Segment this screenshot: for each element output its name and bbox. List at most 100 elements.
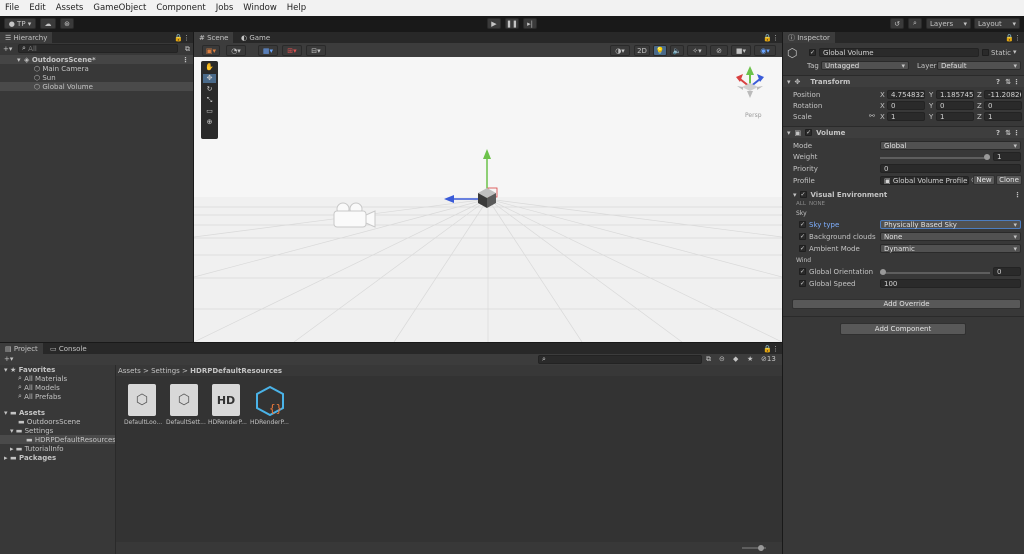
asset-item[interactable]: {} HDRenderP...: [250, 384, 290, 426]
static-checkbox[interactable]: [982, 49, 989, 56]
search-by-label-icon[interactable]: ⊝: [719, 355, 725, 363]
more-icon[interactable]: ⋮: [1013, 129, 1020, 137]
lock-icon[interactable]: 🔒: [1005, 34, 1014, 42]
more-icon[interactable]: ⋮: [1014, 34, 1021, 42]
active-checkbox[interactable]: ✓: [809, 49, 816, 56]
sky-type-override-checkbox[interactable]: ✓: [799, 221, 806, 228]
weight-slider-track[interactable]: [880, 157, 990, 159]
transform-tool-icon[interactable]: ⊕: [203, 118, 216, 127]
packages-row[interactable]: ▸ ▬ Packages: [0, 453, 115, 462]
grid-dropdown[interactable]: ▦▾: [258, 45, 278, 56]
lock-icon[interactable]: 🔒: [174, 34, 183, 42]
weight-field[interactable]: 1: [993, 152, 1021, 161]
menu-jobs[interactable]: Jobs: [211, 3, 239, 13]
favorites-row[interactable]: ▾ ★ Favorites: [0, 365, 115, 374]
menu-help[interactable]: Help: [282, 3, 311, 13]
priority-field[interactable]: 0: [880, 164, 1021, 173]
more-icon[interactable]: ⋮: [1013, 78, 1020, 86]
layout-dropdown[interactable]: Layout ▾: [974, 18, 1020, 29]
audio-toggle[interactable]: 🔈: [670, 45, 684, 56]
play-button[interactable]: ▶: [487, 18, 501, 29]
tab-scene[interactable]: # Scene: [194, 32, 234, 43]
breadcrumb-item[interactable]: Assets: [118, 367, 141, 375]
global-speed-field[interactable]: 100: [880, 279, 1021, 288]
tab-game[interactable]: ◐ Game: [236, 32, 275, 43]
persp-label[interactable]: Persp: [745, 112, 762, 119]
scale-tool-icon[interactable]: ⤡: [203, 96, 216, 105]
tab-project[interactable]: ▤ Project: [0, 343, 43, 354]
position-y-field[interactable]: 1.185745: [936, 90, 974, 99]
label-icon[interactable]: ◆: [733, 355, 738, 363]
scene-row[interactable]: ▾ ◈ OutdoorsScene* ⋮: [0, 55, 193, 64]
preset-icon[interactable]: ⇅: [1005, 78, 1011, 86]
orientation-field[interactable]: 0: [993, 267, 1021, 276]
volume-enabled-checkbox[interactable]: ✓: [805, 129, 813, 136]
profile-field[interactable]: ▣ Global Volume Profile 5: [880, 176, 969, 185]
menu-gameobject[interactable]: GameObject: [88, 3, 151, 13]
search-by-type-icon[interactable]: ⧉: [706, 355, 711, 364]
hand-tool-icon[interactable]: ✋: [203, 63, 216, 72]
new-profile-button[interactable]: New: [973, 175, 995, 185]
folder-item-hdrpdefaultresources[interactable]: ▬ HDRPDefaultResources: [0, 435, 116, 444]
hidden-packages-icon[interactable]: ⊘13: [761, 355, 776, 363]
visual-environment-checkbox[interactable]: ✓: [799, 191, 807, 198]
increment-dropdown[interactable]: ⊟▾: [306, 45, 326, 56]
hierarchy-item-sun[interactable]: ⬡ Sun: [0, 73, 193, 82]
filter-icon[interactable]: ⧉: [185, 45, 190, 54]
favorite-star-icon[interactable]: ★: [747, 355, 753, 363]
scale-y-field[interactable]: 1: [936, 112, 974, 121]
draw-mode-dropdown[interactable]: ◔▾: [226, 45, 246, 56]
cloud-button[interactable]: ☁: [40, 18, 56, 29]
breadcrumb-item[interactable]: Settings: [151, 367, 180, 375]
add-component-button[interactable]: Add Component: [840, 323, 966, 335]
more-icon[interactable]: ⋮: [182, 56, 189, 64]
add-override-button[interactable]: Add Override: [792, 299, 1021, 309]
rect-tool-icon[interactable]: ▭: [203, 107, 216, 116]
asset-item[interactable]: ⬡ DefaultSett...: [166, 384, 206, 426]
position-z-field[interactable]: -11.20826: [984, 90, 1022, 99]
menu-assets[interactable]: Assets: [51, 3, 89, 13]
search-button[interactable]: ⌕: [908, 18, 922, 29]
2d-toggle[interactable]: 2D: [634, 45, 650, 56]
move-tool-icon[interactable]: ✥: [203, 74, 216, 83]
orientation-slider-thumb[interactable]: [880, 269, 886, 275]
rotation-y-field[interactable]: 0: [936, 101, 974, 110]
menu-window[interactable]: Window: [238, 3, 282, 13]
lighting-toggle[interactable]: 💡: [653, 45, 667, 56]
effects-dropdown[interactable]: ✧▾: [687, 45, 707, 56]
ambient-mode-dropdown[interactable]: Dynamic: [880, 244, 1021, 253]
more-icon[interactable]: ⋮: [772, 345, 779, 353]
none-toggle[interactable]: NONE: [809, 201, 825, 207]
sky-type-dropdown[interactable]: Physically Based Sky: [880, 220, 1021, 229]
asset-item[interactable]: ⬡ DefaultLoo...: [124, 384, 164, 426]
scale-x-field[interactable]: 1: [887, 112, 925, 121]
more-icon[interactable]: ⋮: [183, 34, 190, 42]
folder-item-tutorialinfo[interactable]: ▸ ▬ TutorialInfo: [0, 444, 115, 453]
snap-dropdown[interactable]: ⊞▾: [282, 45, 302, 56]
assets-row[interactable]: ▾ ▬ Assets: [0, 408, 115, 417]
help-icon[interactable]: ?: [996, 129, 1000, 137]
clone-profile-button[interactable]: Clone: [996, 175, 1022, 185]
weight-slider-thumb[interactable]: [984, 154, 990, 160]
object-name-field[interactable]: Global Volume: [819, 48, 979, 57]
rotation-x-field[interactable]: 0: [887, 101, 925, 110]
folder-item-settings[interactable]: ▾ ▬ Settings: [0, 426, 115, 435]
more-icon[interactable]: ⋮: [1014, 191, 1021, 199]
tab-inspector[interactable]: ⓘ Inspector: [783, 32, 835, 43]
project-search-input[interactable]: ⌕: [538, 355, 702, 364]
global-orientation-override-checkbox[interactable]: ✓: [799, 268, 806, 275]
background-clouds-dropdown[interactable]: None: [880, 232, 1021, 241]
asset-item[interactable]: HD HDRenderP...: [208, 384, 248, 426]
tag-dropdown[interactable]: Untagged: [821, 61, 909, 70]
pause-button[interactable]: ❚❚: [505, 18, 519, 29]
transform-header[interactable]: ▾ ✥ Transform ? ⇅ ⋮: [783, 75, 1024, 87]
menu-file[interactable]: File: [0, 3, 24, 13]
favorite-item[interactable]: ⌕ All Materials: [0, 374, 115, 383]
lock-icon[interactable]: 🔒: [763, 345, 772, 353]
background-clouds-override-checkbox[interactable]: ✓: [799, 233, 806, 240]
tab-console[interactable]: ▭ Console: [45, 343, 92, 354]
position-x-field[interactable]: 4.754832: [887, 90, 925, 99]
rotation-z-field[interactable]: 0: [984, 101, 1022, 110]
lock-icon[interactable]: 🔒: [763, 34, 772, 42]
collab-button[interactable]: ⊛: [60, 18, 74, 29]
